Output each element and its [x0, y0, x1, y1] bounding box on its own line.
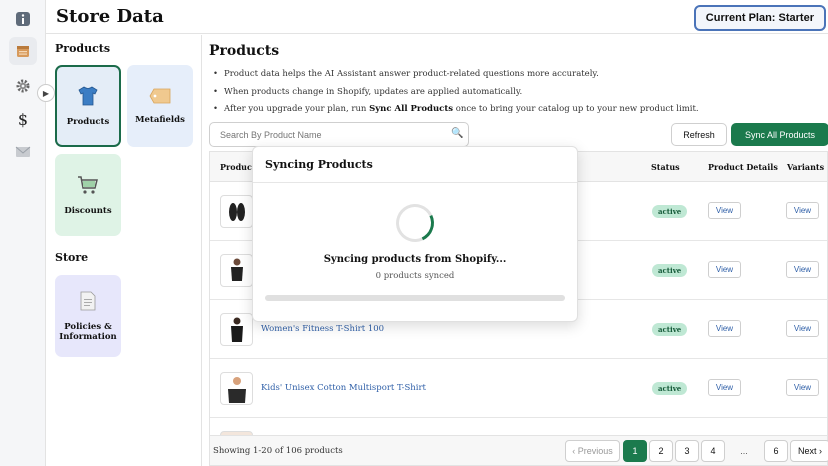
product-thumbnail	[220, 372, 253, 405]
gear-icon[interactable]	[9, 72, 37, 100]
category-card-discounts[interactable]: Discounts	[55, 154, 121, 236]
modal-title: Syncing Products	[265, 158, 373, 171]
tag-icon	[149, 87, 171, 107]
category-card-policies[interactable]: Policies & Information	[55, 275, 121, 357]
page-button-1[interactable]: 1	[623, 440, 647, 462]
chevron-right-icon[interactable]: ▶	[37, 84, 55, 102]
product-details-view-button[interactable]: View	[708, 261, 741, 278]
table-row	[210, 418, 827, 435]
category-card-products[interactable]: Products	[55, 65, 121, 147]
sync-modal: Syncing Products Syncing products from S…	[252, 146, 578, 322]
category-card-label: Policies & Information	[59, 321, 117, 342]
products-title: Products	[209, 43, 280, 59]
info-icon[interactable]	[9, 5, 37, 33]
showing-count: Showing 1-20 of 106 products	[213, 446, 343, 456]
note-item: Product data helps the AI Assistant answ…	[213, 66, 699, 84]
dollar-icon[interactable]: $	[9, 105, 37, 133]
category-panel: Products Products Metafields Discounts S…	[46, 35, 202, 466]
products-section-heading: Products	[55, 42, 111, 55]
status-badge: active	[652, 323, 688, 336]
category-card-label: Discounts	[64, 205, 112, 216]
previous-page-button[interactable]: ‹ Previous	[565, 440, 620, 462]
document-icon	[79, 291, 97, 314]
page-button-2[interactable]: 2	[649, 440, 673, 462]
page-button-4[interactable]: 4	[701, 440, 725, 462]
page-title: Store Data	[56, 6, 164, 27]
sync-count: 0 products synced	[375, 271, 455, 281]
note-item: After you upgrade your plan, run Sync Al…	[213, 101, 699, 119]
database-icon[interactable]	[9, 37, 37, 65]
modal-header: Syncing Products	[253, 147, 577, 183]
loading-spinner-icon	[390, 198, 440, 248]
current-plan-button[interactable]: Current Plan: Starter	[693, 5, 826, 31]
variants-view-button[interactable]: View	[786, 379, 819, 396]
table-row: Kids' Unisex Cotton Multisport T-Shirt a…	[210, 359, 827, 418]
sync-message: Syncing products from Shopify...	[323, 254, 507, 265]
status-badge: active	[652, 264, 688, 277]
variants-view-button[interactable]: View	[786, 202, 819, 219]
cart-icon	[77, 175, 99, 198]
column-header-product-details: Product Details	[708, 162, 778, 172]
sync-progress-bar	[265, 295, 565, 301]
icon-rail: $	[0, 0, 46, 466]
product-details-view-button[interactable]: View	[708, 202, 741, 219]
category-card-metafields[interactable]: Metafields	[127, 65, 193, 147]
page-ellipsis: ...	[740, 446, 748, 456]
store-section-heading: Store	[55, 251, 89, 264]
product-thumbnail	[220, 313, 253, 346]
product-details-view-button[interactable]: View	[708, 320, 741, 337]
info-notes: Product data helps the AI Assistant answ…	[213, 66, 699, 119]
column-header-product: Product	[220, 162, 256, 172]
status-badge: active	[652, 205, 688, 218]
mail-icon[interactable]	[9, 138, 37, 166]
page-button-6[interactable]: 6	[764, 440, 788, 462]
note-item: When products change in Shopify, updates…	[213, 84, 699, 102]
column-header-status: Status	[651, 162, 680, 172]
column-header-variants: Variants	[787, 162, 825, 172]
product-search-input[interactable]	[209, 122, 469, 147]
pagination-bar: Showing 1-20 of 106 products ‹ Previous …	[209, 436, 828, 466]
page-button-3[interactable]: 3	[675, 440, 699, 462]
product-thumbnail	[220, 254, 253, 287]
variants-view-button[interactable]: View	[786, 320, 819, 337]
product-details-view-button[interactable]: View	[708, 379, 741, 396]
next-page-button[interactable]: Next ›	[790, 440, 828, 462]
refresh-button[interactable]: Refresh	[671, 123, 727, 146]
category-card-label: Metafields	[135, 115, 185, 125]
status-badge: active	[652, 382, 688, 395]
category-card-label: Products	[66, 116, 110, 127]
search-icon[interactable]: 🔍	[451, 128, 463, 139]
tshirt-icon	[77, 86, 99, 109]
top-header: Store Data Current Plan: Starter	[46, 0, 828, 34]
sync-all-products-button[interactable]: Sync All Products	[731, 123, 828, 146]
product-name-link[interactable]: Women's Fitness T-Shirt 100	[261, 324, 384, 334]
product-name-link[interactable]: Kids' Unisex Cotton Multisport T-Shirt	[261, 383, 426, 393]
variants-view-button[interactable]: View	[786, 261, 819, 278]
product-thumbnail	[220, 195, 253, 228]
